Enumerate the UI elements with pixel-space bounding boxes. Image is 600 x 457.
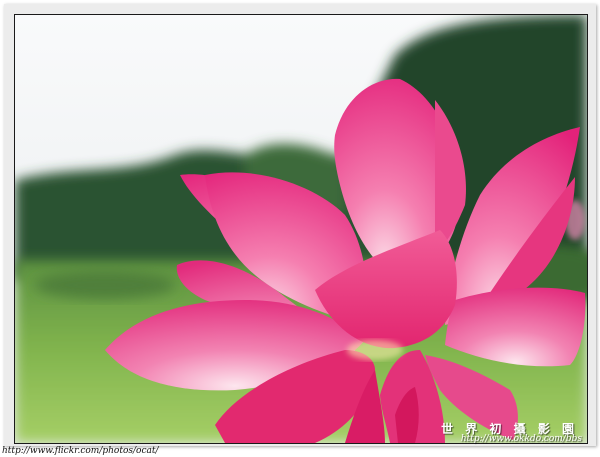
lotus-illustration xyxy=(15,15,587,443)
lotus-photo xyxy=(14,14,588,444)
watermark-url: http://www.okkdo.com/bbs xyxy=(460,434,582,444)
source-url: http://www.flickr.com/photos/ocat/ xyxy=(2,446,159,456)
